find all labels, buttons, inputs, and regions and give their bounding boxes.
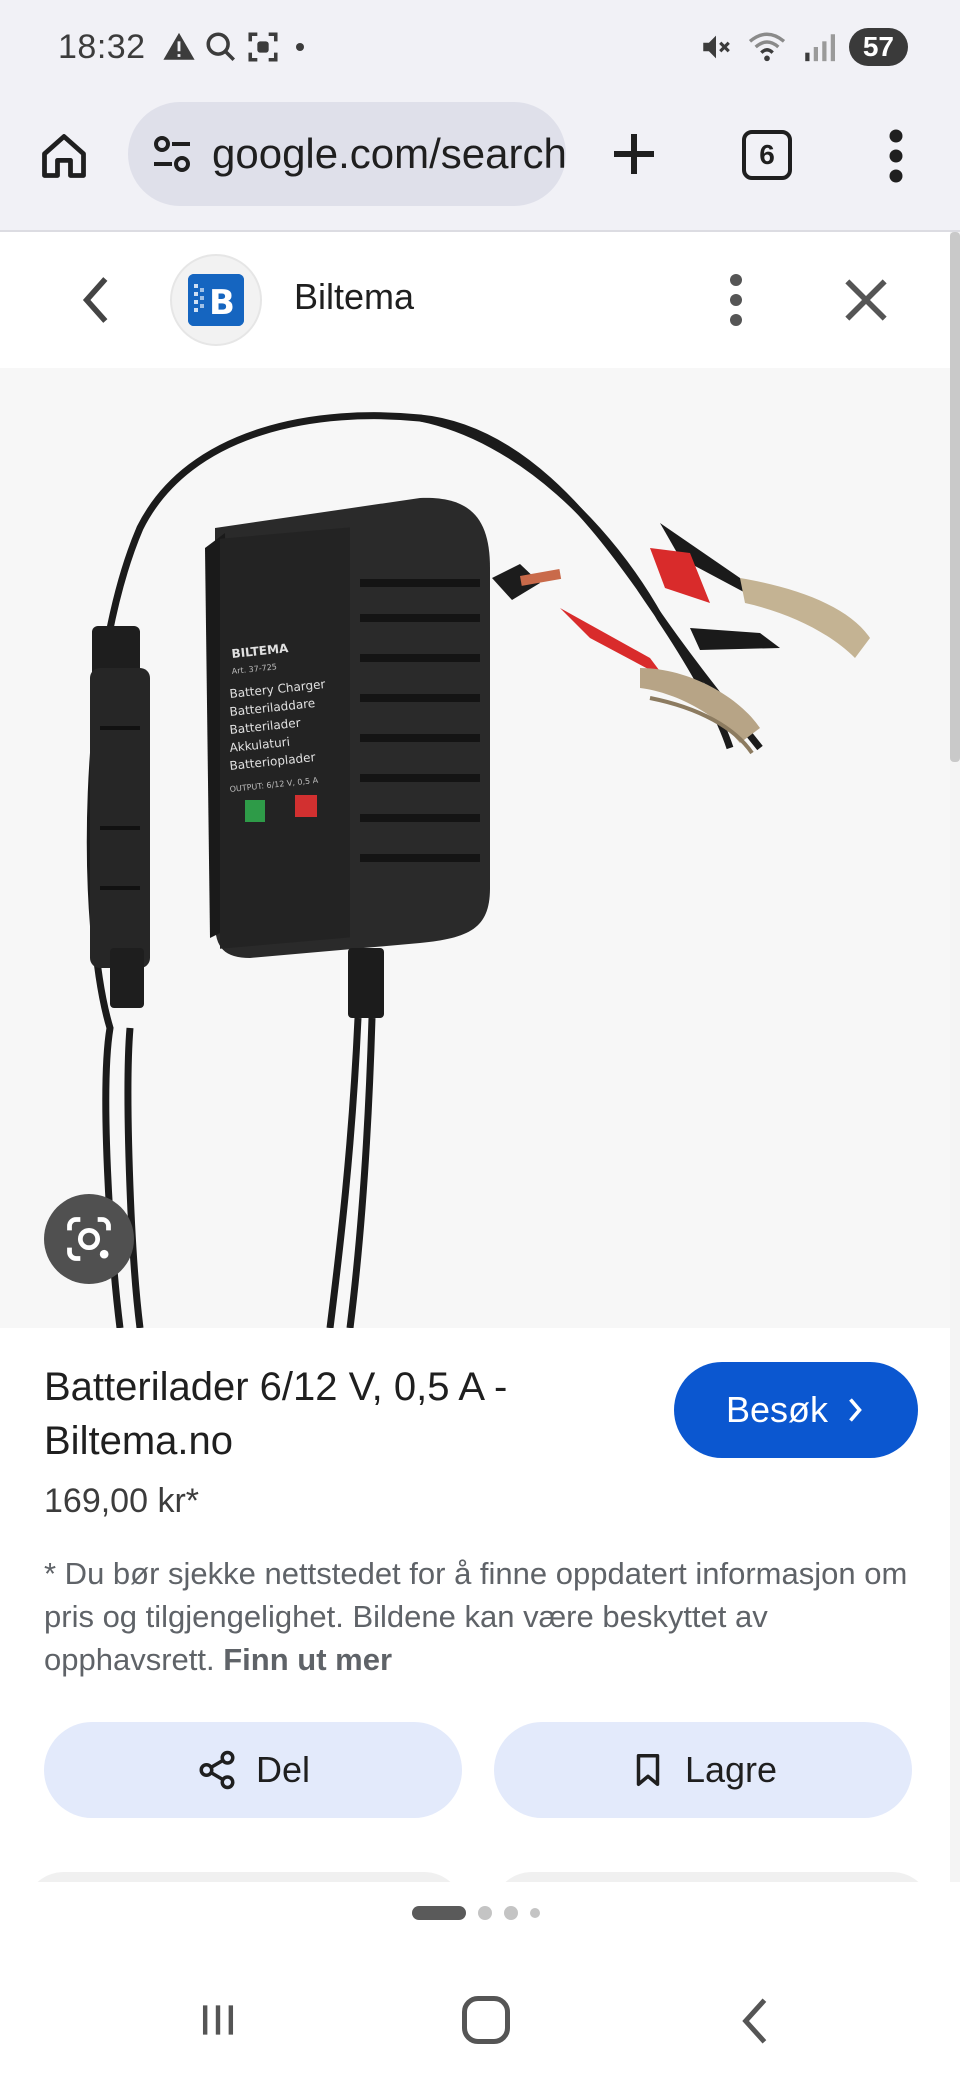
home-button[interactable] — [36, 126, 92, 186]
url-text[interactable]: google.com/search — [212, 130, 566, 178]
site-name[interactable]: Biltema — [294, 276, 414, 318]
learn-more-link[interactable]: Finn ut mer — [223, 1642, 392, 1677]
bookmark-icon — [636, 1754, 660, 1786]
new-tab-icon[interactable] — [604, 124, 664, 184]
status-time: 18:32 — [58, 28, 146, 66]
screenshot-icon — [248, 32, 278, 62]
recents-icon[interactable] — [196, 1998, 240, 2042]
carousel-dot-active — [412, 1906, 466, 1920]
battery-indicator: 57 — [848, 28, 908, 66]
back-chevron-icon[interactable] — [74, 272, 118, 328]
status-notification-icons — [162, 30, 312, 64]
mute-icon — [703, 35, 730, 59]
browser-toolbar: google.com/search 6 — [0, 96, 960, 232]
product-image[interactable]: BILTEMA Art. 37-725 Battery Charger Batt… — [0, 368, 950, 1328]
share-button[interactable]: Del — [44, 1722, 462, 1818]
google-lens-button[interactable] — [44, 1194, 134, 1284]
biltema-logo: B — [188, 274, 244, 326]
home-icon — [42, 134, 86, 178]
search-icon — [206, 32, 236, 62]
product-title[interactable]: Batterilader 6/12 V, 0,5 A - Biltema.no — [44, 1360, 604, 1468]
lens-icon — [67, 1217, 111, 1261]
result-more-icon[interactable] — [716, 268, 756, 332]
result-header: B Biltema — [0, 232, 950, 368]
chevron-right-icon — [849, 1398, 862, 1422]
carousel-dot — [504, 1906, 518, 1920]
visit-button[interactable]: Besøk — [674, 1362, 918, 1458]
status-bar: 18:32 57 — [0, 0, 960, 96]
carousel-dot — [530, 1908, 540, 1918]
product-price: 169,00 kr* — [44, 1482, 199, 1520]
dot-icon — [296, 43, 304, 51]
nav-back-icon[interactable] — [738, 1996, 770, 2046]
site-favicon: B — [170, 254, 262, 346]
battery-charger-illustration: BILTEMA Art. 37-725 Battery Charger Batt… — [86, 412, 870, 1328]
address-bar[interactable]: google.com/search — [128, 102, 566, 206]
carousel-dot — [478, 1906, 492, 1920]
scrollbar-thumb[interactable] — [950, 232, 960, 762]
price-disclaimer: * Du bør sjekke nettstedet for å finne o… — [44, 1552, 910, 1681]
carousel-indicator — [412, 1906, 540, 1920]
signal-icon — [805, 34, 835, 62]
visit-label: Besøk — [725, 1389, 829, 1430]
system-nav-bar — [0, 1962, 960, 2080]
more-menu-icon[interactable] — [876, 126, 916, 186]
close-icon[interactable] — [838, 270, 894, 330]
status-system-icons: 57 — [699, 28, 908, 66]
save-button[interactable]: Lagre — [494, 1722, 912, 1818]
nav-home-button[interactable] — [462, 1996, 510, 2044]
disclaimer-text: * Du bør sjekke nettstedet for å finne o… — [44, 1556, 908, 1677]
site-settings-icon[interactable] — [148, 130, 196, 178]
warning-icon — [163, 32, 195, 60]
save-label: Lagre — [684, 1749, 778, 1790]
wifi-icon — [748, 32, 785, 62]
share-icon — [199, 1750, 235, 1790]
share-label: Del — [255, 1749, 311, 1790]
logo-letter: B — [209, 283, 235, 323]
tab-switcher-button[interactable]: 6 — [742, 130, 792, 180]
